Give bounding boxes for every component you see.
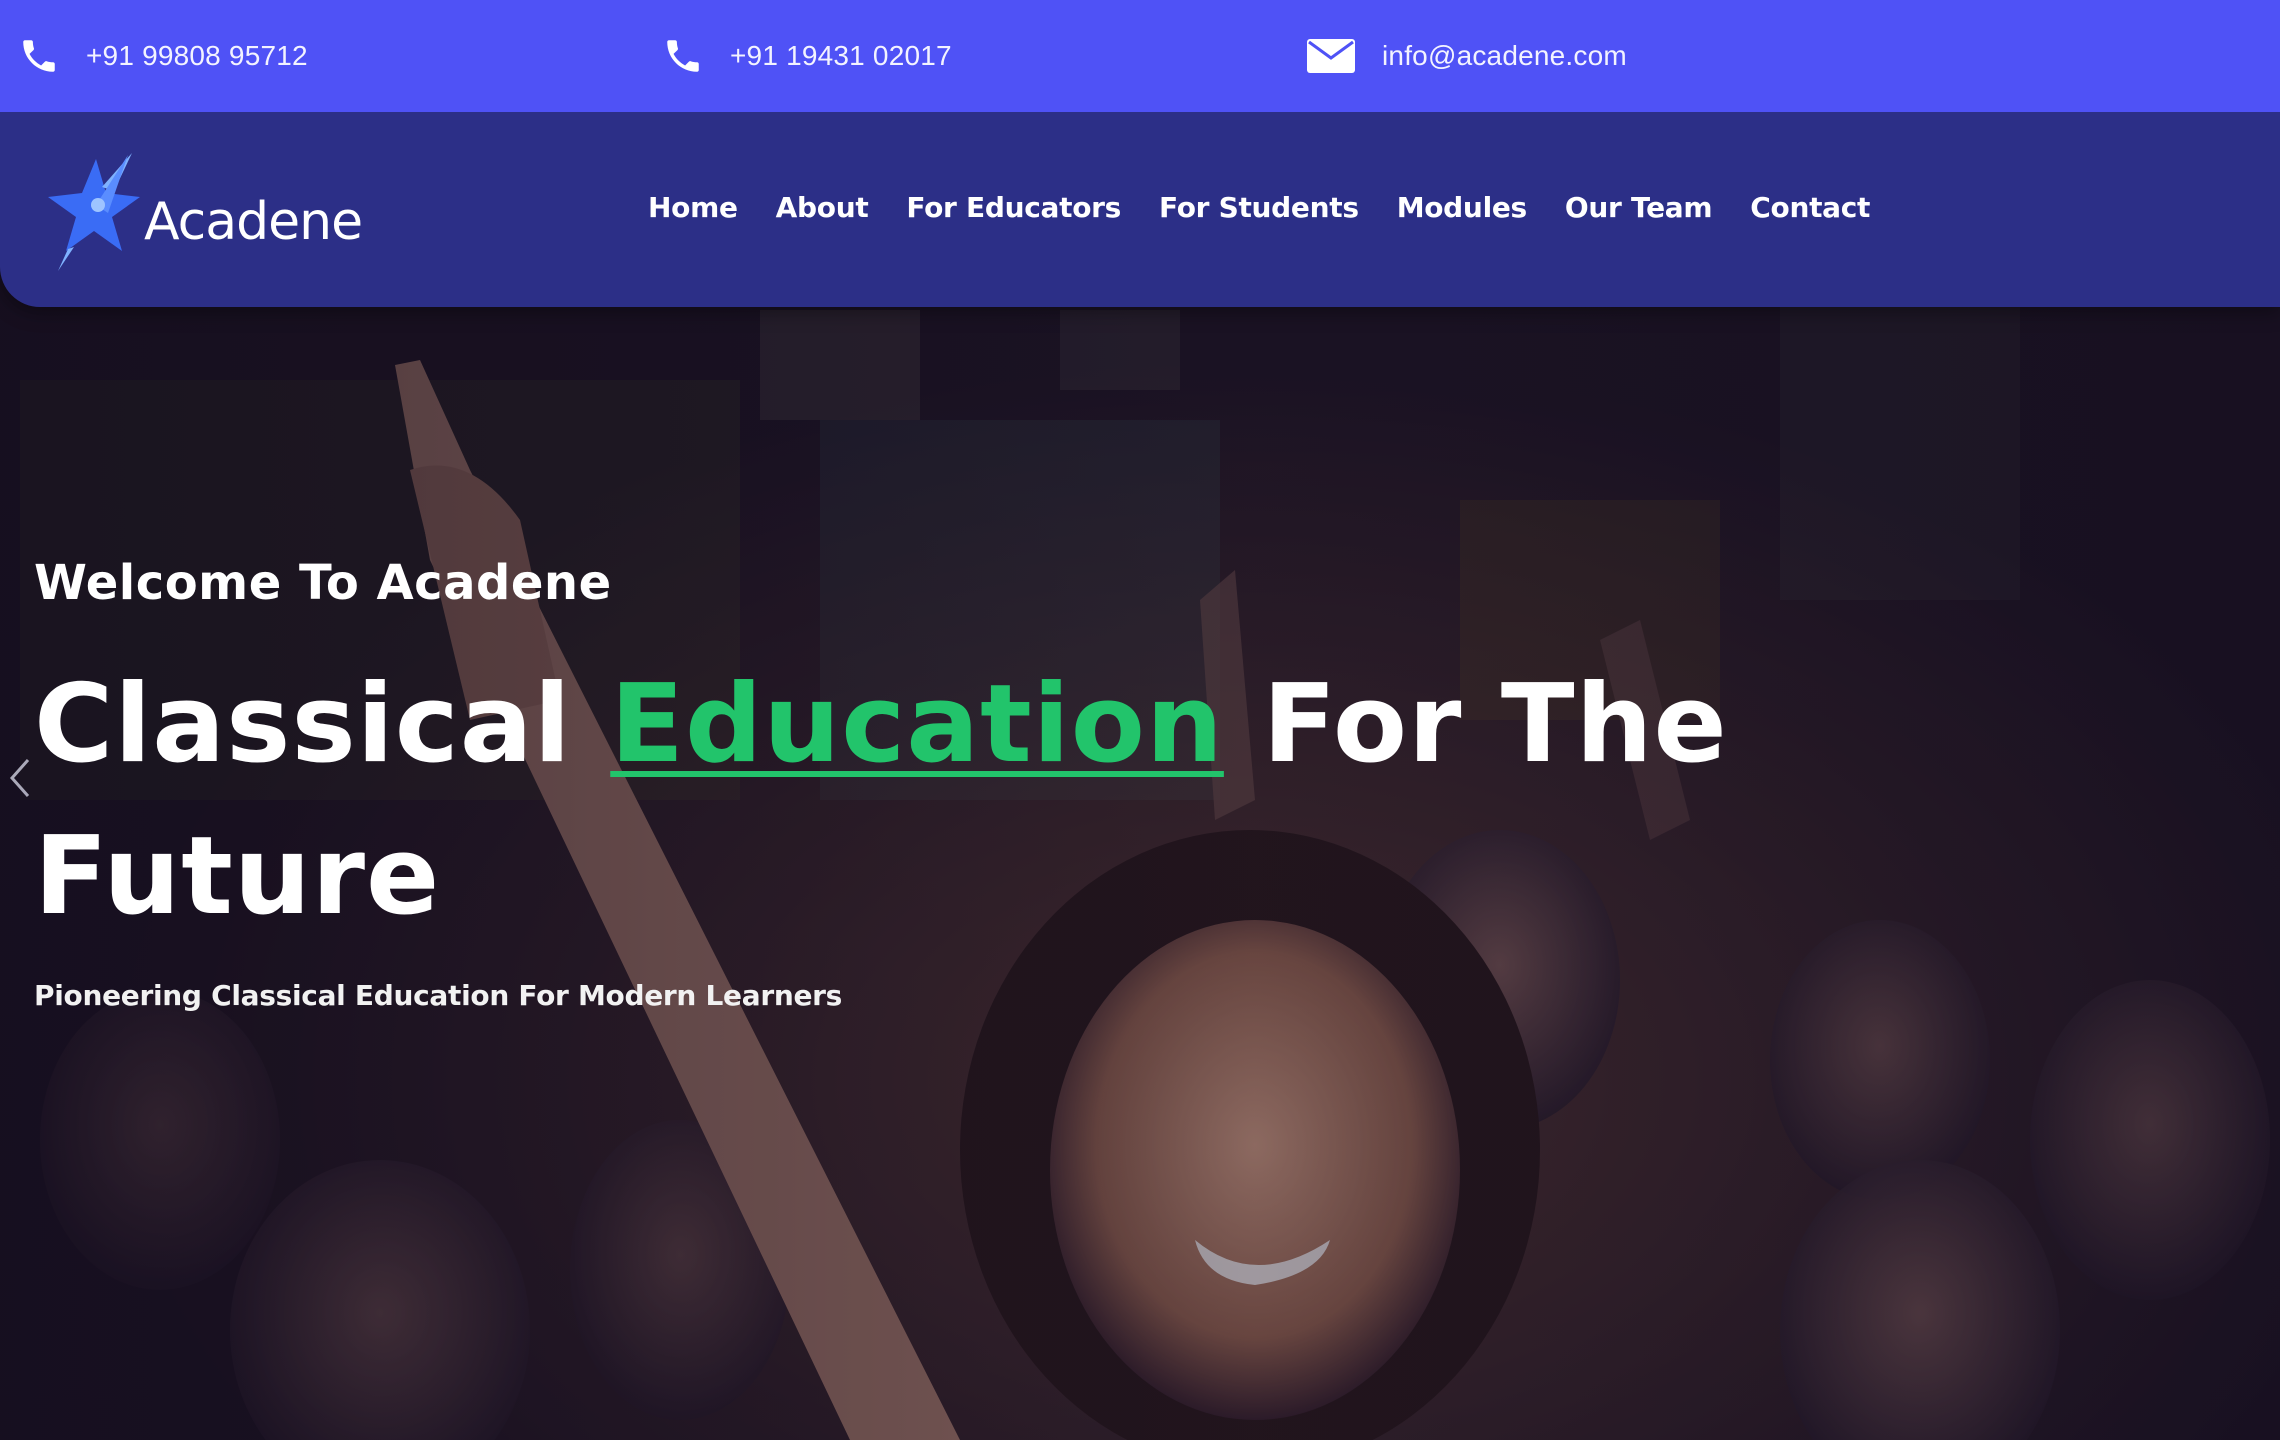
hero-welcome-text: Welcome To Acadene	[34, 555, 612, 611]
phone-icon	[23, 40, 55, 72]
contact-phone-1-text: +91 99808 95712	[86, 40, 308, 71]
hero-subtitle: Pioneering Classical Education For Moder…	[34, 979, 843, 1012]
contact-phone-2[interactable]: +91 19431 02017	[662, 0, 952, 112]
main-navbar: Acadene Home About For Educators For Stu…	[0, 112, 2280, 307]
nav-item-our-team[interactable]: Our Team	[1565, 191, 1713, 224]
nav-menu: Home About For Educators For Students Mo…	[648, 112, 1908, 302]
nav-item-contact[interactable]: Contact	[1750, 191, 1870, 224]
contact-phone-2-text: +91 19431 02017	[730, 40, 952, 71]
mail-icon	[1307, 39, 1355, 73]
nav-item-about[interactable]: About	[776, 191, 869, 224]
hero-content: Welcome To Acadene Classical Education F…	[34, 555, 1854, 1012]
contact-phone-1[interactable]: +91 99808 95712	[18, 0, 308, 112]
brand-name: Acadene	[144, 192, 363, 252]
nav-item-for-students[interactable]: For Students	[1159, 191, 1359, 224]
phone-icon	[667, 40, 699, 72]
nav-item-for-educators[interactable]: For Educators	[906, 191, 1121, 224]
nav-item-modules[interactable]: Modules	[1397, 191, 1528, 224]
nav-item-home[interactable]: Home	[648, 191, 738, 224]
contact-email[interactable]: info@acadene.com	[1306, 0, 1627, 112]
chevron-left-icon	[9, 759, 30, 797]
hero-title: Classical Education For The Future	[34, 649, 1854, 953]
hero-title-start: Classical	[34, 662, 611, 787]
rocket-star-icon	[48, 153, 140, 271]
contact-topbar: +91 99808 95712 +91 19431 02017 info@aca…	[0, 0, 2280, 112]
brand-logo[interactable]: Acadene	[44, 142, 364, 282]
contact-email-text: info@acadene.com	[1382, 40, 1627, 71]
hero-title-accent: Education	[610, 662, 1224, 787]
slider-prev-button[interactable]	[0, 748, 40, 808]
